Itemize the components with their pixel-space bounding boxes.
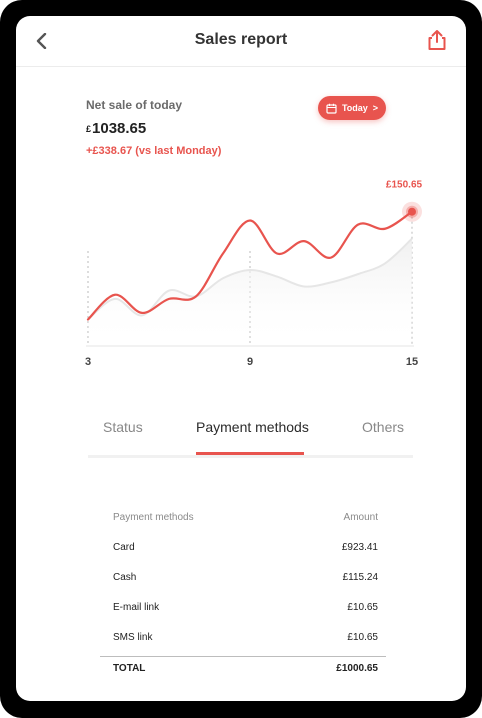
table-total-row: TOTAL £1000.65 [100, 657, 386, 687]
highlight-point [408, 207, 416, 216]
currency-symbol: £ [86, 124, 92, 134]
date-filter-button[interactable]: Today > [318, 96, 386, 120]
value-annotation: £150.65 [386, 180, 423, 191]
app-screen: Sales report Net sale of today £1038.65 … [16, 16, 466, 701]
comparison-series-area [88, 238, 412, 346]
column-header-method: Payment methods [113, 512, 194, 523]
header-bar: Sales report [16, 16, 466, 67]
table-row: SMS link £10.65 [100, 626, 386, 656]
active-tab-indicator [196, 452, 304, 455]
net-sale-value: 1038.65 [92, 120, 147, 137]
payment-amount: £10.65 [347, 632, 378, 643]
total-amount: £1000.65 [336, 663, 378, 674]
sales-line-chart: £150.65 3 9 15 [85, 180, 423, 368]
total-label: TOTAL [113, 663, 146, 674]
payment-amount: £115.24 [342, 572, 378, 583]
device-frame: Sales report Net sale of today £1038.65 … [0, 0, 482, 718]
x-tick-label: 9 [247, 356, 253, 368]
payment-method: Cash [113, 572, 137, 583]
table-header-row: Payment methods Amount [100, 506, 386, 536]
report-tabs: Status Payment methods Others [88, 409, 413, 458]
payment-amount: £923.41 [341, 542, 378, 553]
x-tick-label: 15 [406, 356, 418, 368]
x-tick-label: 3 [85, 356, 91, 368]
share-icon [428, 30, 446, 50]
column-header-amount: Amount [343, 512, 378, 523]
payment-method: Card [113, 542, 135, 553]
sales-summary: Net sale of today £1038.65 +£338.67 (vs … [86, 98, 221, 157]
payment-methods-table: Payment methods Amount Card £923.41 Cash… [100, 506, 386, 687]
page-title: Sales report [194, 31, 288, 48]
sales-delta: +£338.67 (vs last Monday) [86, 145, 222, 157]
payment-amount: £10.65 [347, 602, 378, 613]
payment-method: E-mail link [113, 602, 160, 613]
table-row: Card £923.41 [100, 536, 386, 566]
payment-method: SMS link [113, 632, 153, 643]
share-button[interactable] [422, 25, 452, 55]
net-sale-amount: £1038.65 [86, 120, 221, 137]
table-row: E-mail link £10.65 [100, 596, 386, 626]
chevron-right-icon: > [372, 103, 379, 113]
tab-payment-methods[interactable]: Payment methods [196, 419, 309, 435]
tab-status[interactable]: Status [103, 419, 143, 435]
date-filter-label: Today [341, 103, 368, 113]
calendar-icon [326, 103, 337, 114]
net-sale-label: Net sale of today [86, 98, 183, 112]
table-row: Cash £115.24 [100, 566, 386, 596]
tab-others[interactable]: Others [362, 419, 404, 435]
